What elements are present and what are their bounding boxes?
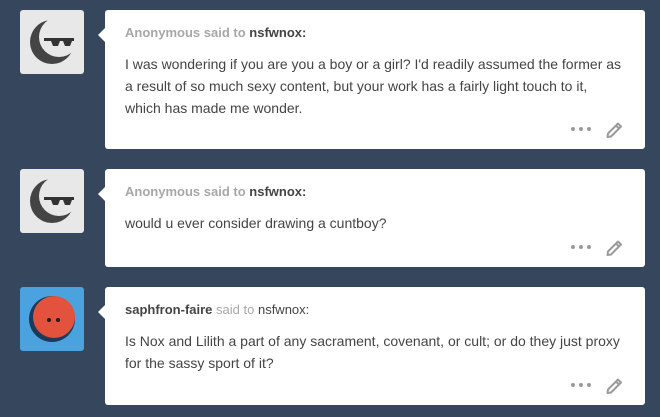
ask-card: Anonymous said to nsfwnox: would u ever … [98, 169, 645, 267]
question-text: would u ever consider drawing a cuntboy? [125, 215, 387, 231]
more-options-icon[interactable] [571, 237, 591, 257]
more-options-icon[interactable] [571, 119, 591, 139]
asker-name[interactable]: saphfron-faire [125, 302, 212, 317]
ask-header: Anonymous said to nsfwnox: [125, 24, 625, 42]
colon: : [302, 25, 307, 40]
post-controls [571, 375, 625, 395]
avatar[interactable] [20, 169, 84, 233]
recipient-name[interactable]: nsfwnox [249, 25, 302, 40]
asker-name: Anonymous [125, 184, 201, 199]
post-controls [571, 119, 625, 139]
ask-card: Anonymous said to nsfwnox: I was wonderi… [98, 10, 645, 149]
question-text: I was wondering if you are you a boy or … [125, 56, 622, 116]
recipient-name[interactable]: nsfwnox [249, 184, 302, 199]
ask-header: Anonymous said to nsfwnox: [125, 183, 625, 201]
colon: : [302, 184, 307, 199]
post-controls [571, 237, 625, 257]
ask-card: saphfron-faire said to nsfwnox: Is Nox a… [98, 287, 645, 405]
said-to-label: said to [203, 184, 246, 199]
question-text: Is Nox and Lilith a part of any sacramen… [125, 333, 620, 371]
edit-pencil-icon[interactable] [605, 237, 625, 257]
anonymous-sunglasses-icon [20, 169, 84, 233]
more-options-icon[interactable] [571, 375, 591, 395]
edit-pencil-icon[interactable] [605, 119, 625, 139]
avatar[interactable] [20, 10, 84, 74]
said-to-label: said to [216, 302, 255, 317]
avatar[interactable] [20, 287, 84, 351]
anonymous-sunglasses-icon [20, 10, 84, 74]
edit-pencil-icon[interactable] [605, 375, 625, 395]
said-to-label: said to [203, 25, 246, 40]
orange-face-icon [20, 287, 84, 351]
recipient-name[interactable]: nsfwnox [258, 302, 306, 317]
asker-name: Anonymous [125, 25, 201, 40]
ask-header: saphfron-faire said to nsfwnox: [125, 301, 625, 319]
colon: : [305, 302, 310, 317]
